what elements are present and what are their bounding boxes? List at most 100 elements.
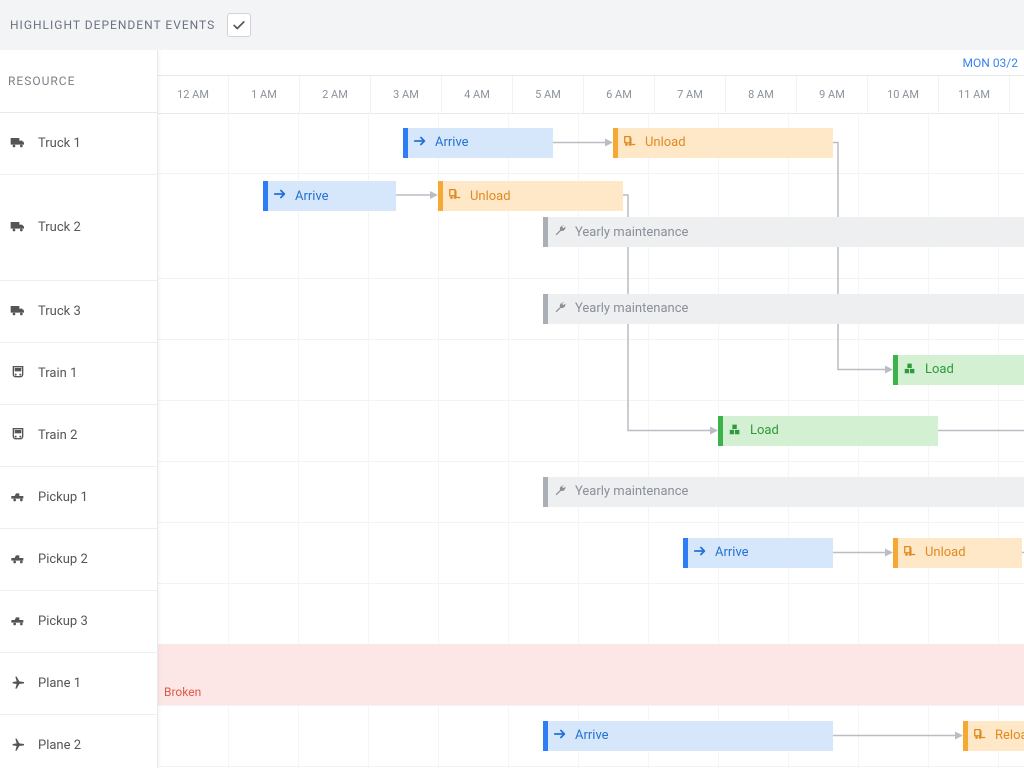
hour-cell: 8 AM xyxy=(726,76,797,113)
pickup-icon xyxy=(10,550,26,570)
broken-range: Broken xyxy=(158,644,1024,705)
boxes-icon xyxy=(903,361,917,379)
event-stripe xyxy=(543,294,548,324)
resource-name: Pickup 2 xyxy=(38,552,88,567)
resource-row[interactable]: Train 2 xyxy=(0,405,157,467)
hour-cell: 2 AM xyxy=(300,76,371,113)
event-unload[interactable]: Reload xyxy=(963,721,1024,751)
resource-row[interactable]: Truck 2 xyxy=(0,175,157,281)
scheduler: RESOURCE Truck 1 Truck 2 Truck 3 Train 1 Tra… xyxy=(0,50,1024,768)
event-label: Yearly maintenance xyxy=(575,484,688,499)
hour-cell: 12 xyxy=(1010,76,1024,113)
resource-name: Truck 3 xyxy=(38,304,81,319)
arrow-icon xyxy=(693,544,707,562)
event-stripe xyxy=(543,477,548,507)
arrow-icon xyxy=(273,187,287,205)
event-load[interactable]: Load xyxy=(893,355,1024,385)
plane-icon xyxy=(10,674,26,694)
resource-header: RESOURCE xyxy=(0,50,157,113)
resource-panel: RESOURCE Truck 1 Truck 2 Truck 3 Train 1 Tra… xyxy=(0,50,158,768)
resource-row[interactable]: Truck 3 xyxy=(0,281,157,343)
truck-icon xyxy=(10,134,26,154)
broken-label: Broken xyxy=(164,685,201,699)
resource-name: Plane 2 xyxy=(38,738,81,753)
event-stripe xyxy=(893,355,898,385)
event-arrive[interactable]: Arrive xyxy=(543,721,833,751)
timeline-grid[interactable]: Broken Arrive Unload Arrive Unload Yearly mai… xyxy=(158,112,1024,768)
hour-cell: 11 AM xyxy=(939,76,1010,113)
hour-cell: 9 AM xyxy=(797,76,868,113)
event-unload[interactable]: Unload xyxy=(438,181,623,211)
event-maint[interactable]: Yearly maintenance xyxy=(543,477,1024,507)
event-label: Load xyxy=(750,423,779,438)
wrench-icon xyxy=(553,483,567,501)
event-arrive[interactable]: Arrive xyxy=(403,128,553,158)
resource-name: Pickup 3 xyxy=(38,614,88,629)
check-icon xyxy=(232,18,246,32)
toolbar: HIGHLIGHT DEPENDENT EVENTS xyxy=(0,0,1024,50)
arrow-icon xyxy=(553,727,567,745)
event-label: Load xyxy=(925,362,954,377)
event-unload[interactable]: Unload xyxy=(893,538,1022,568)
hour-cell: 7 AM xyxy=(655,76,726,113)
event-stripe xyxy=(718,416,723,446)
resource-row[interactable]: Truck 1 xyxy=(0,113,157,175)
resource-row[interactable]: Pickup 2 xyxy=(0,529,157,591)
resource-row[interactable]: Plane 2 xyxy=(0,715,157,768)
pickup-icon xyxy=(10,488,26,508)
resource-name: Plane 1 xyxy=(38,676,81,691)
wrench-icon xyxy=(553,300,567,318)
highlight-label: HIGHLIGHT DEPENDENT EVENTS xyxy=(10,18,215,32)
timeline-panel[interactable]: MON 03/2 12 AM1 AM2 AM3 AM4 AM5 AM6 AM7 … xyxy=(158,50,1024,768)
hour-cell: 6 AM xyxy=(584,76,655,113)
arrow-icon xyxy=(413,134,427,152)
event-label: Arrive xyxy=(435,135,469,150)
hour-cell: 4 AM xyxy=(442,76,513,113)
event-stripe xyxy=(613,128,618,158)
boxes-icon xyxy=(728,422,742,440)
hour-cell: 3 AM xyxy=(371,76,442,113)
event-stripe xyxy=(403,128,408,158)
event-label: Reload xyxy=(995,728,1024,743)
resource-row[interactable]: Pickup 3 xyxy=(0,591,157,653)
forklift-icon xyxy=(903,544,917,562)
highlight-checkbox[interactable] xyxy=(227,13,251,37)
train-icon xyxy=(10,364,26,384)
event-stripe xyxy=(543,721,548,751)
forklift-icon xyxy=(623,134,637,152)
hour-cell: 1 AM xyxy=(229,76,300,113)
event-stripe xyxy=(263,181,268,211)
event-label: Unload xyxy=(645,135,686,150)
event-stripe xyxy=(963,721,968,751)
event-label: Yearly maintenance xyxy=(575,225,688,240)
plane-icon xyxy=(10,736,26,756)
truck-icon xyxy=(10,218,26,238)
hour-cell: 10 AM xyxy=(868,76,939,113)
event-maint[interactable]: Yearly maintenance xyxy=(543,217,1024,247)
resource-name: Train 1 xyxy=(38,366,77,381)
resource-name: Truck 2 xyxy=(38,220,81,235)
date-header: MON 03/2 xyxy=(158,50,1024,76)
resource-row[interactable]: Pickup 1 xyxy=(0,467,157,529)
truck-icon xyxy=(10,302,26,322)
event-arrive[interactable]: Arrive xyxy=(683,538,833,568)
pickup-icon xyxy=(10,612,26,632)
event-stripe xyxy=(683,538,688,568)
wrench-icon xyxy=(553,223,567,241)
hour-header: 12 AM1 AM2 AM3 AM4 AM5 AM6 AM7 AM8 AM9 A… xyxy=(158,76,1024,114)
resource-row[interactable]: Plane 1 xyxy=(0,653,157,715)
resource-row[interactable]: Train 1 xyxy=(0,343,157,405)
event-label: Arrive xyxy=(295,189,329,204)
event-label: Unload xyxy=(925,545,966,560)
hour-cell: 5 AM xyxy=(513,76,584,113)
event-load[interactable]: Load xyxy=(718,416,938,446)
event-stripe xyxy=(893,538,898,568)
event-label: Unload xyxy=(470,189,511,204)
event-maint[interactable]: Yearly maintenance xyxy=(543,294,1024,324)
event-label: Arrive xyxy=(715,545,749,560)
event-arrive[interactable]: Arrive xyxy=(263,181,396,211)
resource-name: Pickup 1 xyxy=(38,490,88,505)
event-stripe xyxy=(543,217,548,247)
hour-cell: 12 AM xyxy=(158,76,229,113)
event-unload[interactable]: Unload xyxy=(613,128,833,158)
